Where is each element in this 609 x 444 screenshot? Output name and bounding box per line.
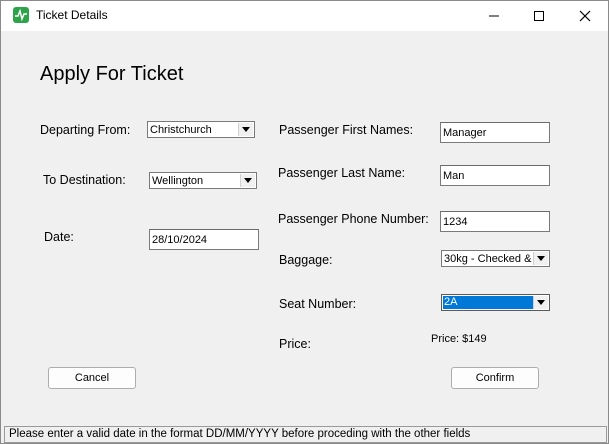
to-destination-label: To Destination: — [43, 173, 126, 187]
close-icon — [579, 10, 591, 22]
first-names-value: Manager — [443, 127, 487, 139]
seat-number-dropdown-arrow[interactable] — [533, 296, 548, 309]
to-destination-select[interactable]: Wellington — [149, 172, 257, 189]
chevron-down-icon — [242, 127, 250, 132]
page-heading: Apply For Ticket — [40, 63, 184, 85]
minimize-icon — [489, 15, 499, 17]
seat-number-select[interactable]: 2A — [441, 294, 550, 311]
chevron-down-icon — [537, 300, 545, 305]
departing-from-value: Christchurch — [150, 124, 212, 136]
to-destination-value: Wellington — [152, 175, 204, 187]
maximize-button[interactable] — [516, 1, 562, 31]
departing-from-select[interactable]: Christchurch — [147, 121, 255, 138]
close-button[interactable] — [562, 1, 608, 31]
baggage-dropdown-arrow[interactable] — [533, 252, 548, 265]
cancel-button[interactable]: Cancel — [48, 367, 136, 389]
last-name-label: Passenger Last Name: — [278, 166, 406, 180]
baggage-select[interactable]: 30kg - Checked & — [441, 250, 550, 267]
price-label: Price: — [279, 337, 311, 351]
window-title: Ticket Details — [36, 8, 108, 22]
date-label: Date: — [44, 230, 74, 244]
chevron-down-icon — [244, 178, 252, 183]
ticket-details-window: Ticket Details Apply For Ticket Departin… — [0, 0, 609, 444]
minimize-button[interactable] — [471, 1, 517, 31]
to-destination-dropdown-arrow[interactable] — [240, 174, 255, 187]
app-heartbeat-icon — [13, 7, 29, 23]
phone-number-input[interactable]: 1234 — [440, 211, 550, 232]
date-input[interactable]: 28/10/2024 — [149, 229, 259, 250]
status-bar: Please enter a valid date in the format … — [4, 426, 607, 443]
seat-number-value: 2A — [443, 296, 537, 309]
title-bar: Ticket Details — [1, 1, 608, 31]
phone-number-value: 1234 — [443, 216, 468, 228]
confirm-button[interactable]: Confirm — [451, 367, 539, 389]
first-names-label: Passenger First Names: — [279, 123, 414, 137]
first-names-input[interactable]: Manager — [440, 122, 550, 143]
seat-number-label: Seat Number: — [279, 297, 357, 311]
baggage-value: 30kg - Checked & — [444, 253, 532, 265]
status-message: Please enter a valid date in the format … — [9, 428, 471, 440]
departing-from-dropdown-arrow[interactable] — [238, 123, 253, 136]
baggage-label: Baggage: — [279, 253, 333, 267]
departing-from-label: Departing From: — [40, 123, 131, 137]
last-name-input[interactable]: Man — [440, 165, 550, 186]
chevron-down-icon — [537, 256, 545, 261]
date-input-value: 28/10/2024 — [152, 234, 208, 246]
price-value: Price: $149 — [431, 333, 487, 345]
last-name-value: Man — [443, 170, 465, 182]
maximize-icon — [534, 11, 544, 21]
phone-number-label: Passenger Phone Number: — [278, 212, 429, 226]
